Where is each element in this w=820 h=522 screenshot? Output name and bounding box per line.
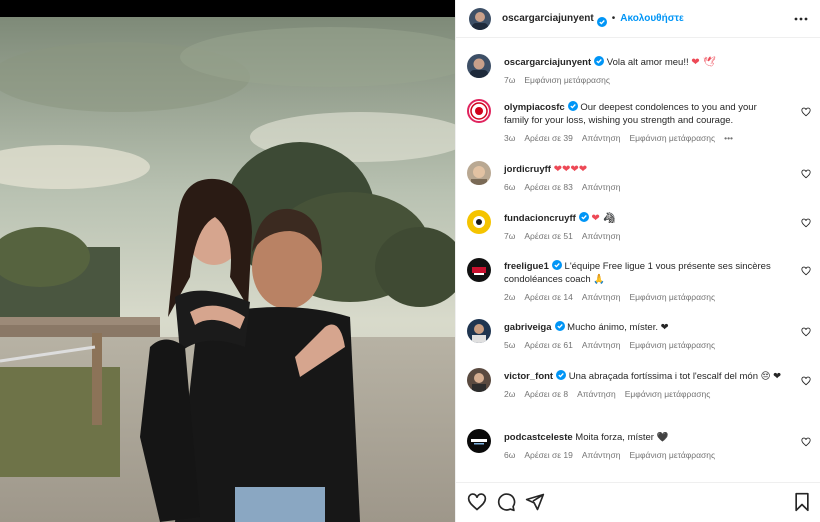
reply-button[interactable]: Απάντηση xyxy=(582,181,621,194)
comment-time[interactable]: 3ω xyxy=(504,132,515,145)
caption-emoji: ❤ 🕊 xyxy=(691,57,716,68)
translate-link[interactable]: Εμφάνιση μετάφρασης xyxy=(629,449,715,462)
author-username[interactable]: oscargarciajunyent xyxy=(502,13,594,24)
post-image xyxy=(0,17,455,522)
like-comment-icon[interactable] xyxy=(801,327,811,337)
reply-button[interactable]: Απάντηση xyxy=(582,339,621,352)
comment-username[interactable]: oscargarciajunyent xyxy=(504,57,591,68)
comment-username[interactable]: olympiacosfc xyxy=(504,102,565,113)
reply-button[interactable]: Απάντηση xyxy=(577,388,616,401)
verified-badge-icon xyxy=(554,321,565,331)
comment-likes[interactable]: Αρέσει σε 19 xyxy=(524,449,572,462)
comment-time[interactable]: 2ω xyxy=(504,388,515,401)
follow-button[interactable]: Ακολουθήστε xyxy=(620,13,684,24)
comment-time[interactable]: 5ω xyxy=(504,339,515,352)
verified-badge-icon xyxy=(556,370,567,380)
translate-link[interactable]: Εμφάνιση μετάφρασης xyxy=(629,132,715,145)
reply-button[interactable]: Απάντηση xyxy=(582,449,621,462)
comment-time[interactable]: 6ω xyxy=(504,181,515,194)
comment-likes[interactable]: Αρέσει σε 51 xyxy=(524,230,572,243)
verified-badge-icon xyxy=(578,212,589,222)
comment-icon[interactable] xyxy=(496,492,516,512)
like-comment-icon[interactable] xyxy=(801,218,811,228)
more-options-icon[interactable] xyxy=(791,9,811,29)
comment-likes[interactable]: Αρέσει σε 39 xyxy=(524,132,572,145)
reply-button[interactable]: Απάντηση xyxy=(582,291,621,304)
verified-badge-icon xyxy=(551,260,562,270)
post-header: oscargarciajunyent • Ακολουθήστε xyxy=(456,0,820,38)
post-photo[interactable] xyxy=(0,0,455,522)
commenter-avatar[interactable] xyxy=(467,258,491,282)
verified-badge-icon xyxy=(567,101,578,111)
translate-link[interactable]: Εμφάνιση μετάφρασης xyxy=(625,388,711,401)
commenter-avatar[interactable] xyxy=(467,161,491,185)
like-comment-icon[interactable] xyxy=(801,376,811,386)
reply-button[interactable]: Απάντηση xyxy=(582,132,621,145)
comment-time[interactable]: 6ω xyxy=(504,449,515,462)
comment-time[interactable]: 7ω xyxy=(504,230,515,243)
verified-badge-icon xyxy=(594,56,605,66)
like-comment-icon[interactable] xyxy=(801,266,811,276)
comment-username[interactable]: victor_font xyxy=(504,371,553,382)
heart-icon[interactable] xyxy=(467,492,487,512)
translate-link[interactable]: Εμφάνιση μετάφρασης xyxy=(524,74,610,87)
share-icon[interactable] xyxy=(525,492,545,512)
commenter-avatar[interactable] xyxy=(467,368,491,392)
post-action-bar xyxy=(456,482,820,522)
comment-text: Una abraçada fortíssima i tot l'escalf d… xyxy=(568,371,782,382)
comment-username[interactable]: freeligue1 xyxy=(504,261,549,272)
translate-link[interactable]: Εμφάνιση μετάφρασης xyxy=(629,339,715,352)
commenter-avatar[interactable] xyxy=(467,429,491,453)
comment-text: Mucho ánimo, míster. ❤ xyxy=(567,322,669,333)
like-comment-icon[interactable] xyxy=(801,107,811,117)
bookmark-icon[interactable] xyxy=(792,492,812,512)
comment-likes[interactable]: Αρέσει σε 14 xyxy=(524,291,572,304)
comment-username[interactable]: fundacioncruyff xyxy=(504,213,576,224)
verified-badge-icon xyxy=(596,14,607,27)
comments-list[interactable]: oscargarciajunyent Vola alt amor meu!! ❤… xyxy=(456,39,820,481)
like-comment-icon[interactable] xyxy=(801,437,811,447)
comment-likes[interactable]: Αρέσει σε 83 xyxy=(524,181,572,194)
comment-time[interactable]: 2ω xyxy=(504,291,515,304)
commenter-avatar[interactable] xyxy=(467,99,491,123)
post-panel: oscargarciajunyent • Ακολουθήστε oscarga… xyxy=(455,0,820,522)
commenter-avatar[interactable] xyxy=(467,319,491,343)
separator-dot: • xyxy=(611,13,616,24)
translate-link[interactable]: Εμφάνιση μετάφρασης xyxy=(629,291,715,304)
comment-likes[interactable]: Αρέσει σε 61 xyxy=(524,339,572,352)
comment-text: ❤ 🦓 xyxy=(591,213,616,224)
comment-username[interactable]: podcastceleste xyxy=(504,432,573,443)
like-comment-icon[interactable] xyxy=(801,169,811,179)
comment-username[interactable]: jordicruyff xyxy=(504,164,551,175)
caption-text: Vola alt amor meu!! xyxy=(606,57,692,68)
comment-likes[interactable]: Αρέσει σε 8 xyxy=(524,388,568,401)
comment-username[interactable]: gabriveiga xyxy=(504,322,552,333)
commenter-avatar[interactable] xyxy=(467,210,491,234)
comment-text: Moita forza, míster 🖤 xyxy=(575,432,669,443)
comment-text: ❤❤❤❤ xyxy=(553,164,588,175)
comment-more-button[interactable]: ••• xyxy=(724,132,733,145)
comment-time[interactable]: 7ω xyxy=(504,74,515,87)
reply-button[interactable]: Απάντηση xyxy=(582,230,621,243)
author-avatar[interactable] xyxy=(467,54,491,78)
author-avatar[interactable] xyxy=(469,7,491,30)
